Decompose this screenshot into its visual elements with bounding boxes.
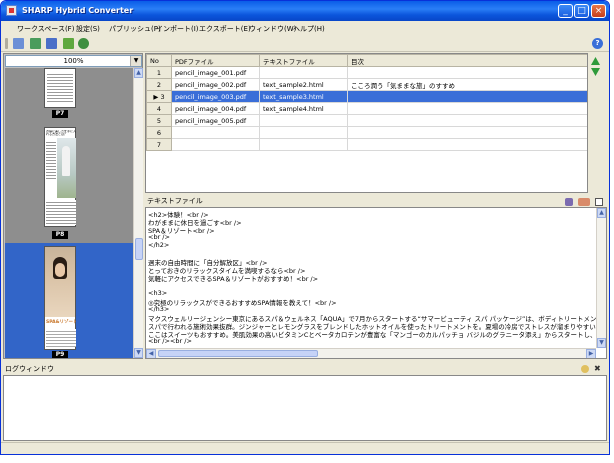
title-bar[interactable]: SHARP Hybrid Converter _ □ × [1, 1, 609, 21]
log-header: ログウィンドウ ✖ [3, 363, 607, 375]
zoom-value: 100% [63, 57, 84, 65]
log-window[interactable] [3, 375, 607, 441]
page-thumb-8[interactable]: お得に美しさを手に入れる方法とは？ [44, 127, 76, 227]
text-vscrollbar[interactable]: ▲ ▼ [596, 208, 606, 348]
col-header-pdf[interactable]: PDFファイル [171, 54, 260, 67]
zoom-select[interactable]: 100% ▼ [5, 55, 142, 67]
table-row[interactable]: 1 pencil_image_001.pdf [146, 66, 587, 79]
help-icon[interactable]: ? [592, 38, 603, 49]
toolbar [1, 36, 609, 52]
toolbar-grip [5, 38, 8, 49]
scroll-left-icon[interactable]: ◀ [146, 349, 156, 358]
edit-icon[interactable] [565, 198, 573, 206]
thumb-title: SPA&リゾート [46, 320, 76, 325]
menu-import[interactable]: インポート(I) [156, 24, 199, 34]
col-header-text[interactable]: テキストファイル [259, 54, 348, 67]
menu-publish[interactable]: パブリッシュ(P) [109, 24, 161, 34]
menu-workspace[interactable]: ワークスペース(F) [17, 24, 74, 34]
menu-settings[interactable]: 設定(S) [76, 24, 100, 34]
text-editor[interactable]: <h2>体験！<br /> わがままに休日を過ごす<br /> SPA＆リゾート… [145, 207, 607, 359]
status-bar [1, 442, 609, 454]
menu-help[interactable]: ヘルプ(H) [293, 24, 325, 34]
table-row[interactable]: 7 [146, 138, 587, 151]
minimize-button[interactable]: _ [558, 4, 573, 18]
open-icon[interactable] [30, 38, 41, 49]
close-icon[interactable]: ✖ [594, 363, 601, 375]
scroll-thumb[interactable] [158, 350, 318, 357]
text-pane-header: テキストファイル [145, 196, 607, 207]
thumbnail-pane: 100% ▼ P7 お得に美しさを手に入れる方法とは？ P8 SPA&リゾート [3, 53, 143, 359]
log-title: ログウィンドウ [5, 365, 54, 373]
thumbnail-scrollbar[interactable]: ▲ ▼ [133, 68, 143, 358]
file-table: No PDFファイル テキストファイル 目次 1 pencil_image_00… [146, 54, 587, 151]
app-icon [6, 5, 17, 16]
thumbnail-list: P7 お得に美しさを手に入れる方法とは？ P8 SPA&リゾート P9 [5, 68, 133, 358]
maximize-button[interactable]: □ [574, 4, 589, 18]
menu-export[interactable]: エクスポート(E) [199, 24, 251, 34]
scroll-thumb[interactable] [135, 238, 143, 260]
table-row[interactable]: 5 pencil_image_005.pdf [146, 114, 587, 127]
table-row[interactable]: 6 [146, 126, 587, 139]
page-thumb-9[interactable]: SPA&リゾート [44, 246, 76, 350]
convert-icon[interactable] [63, 38, 74, 49]
table-row[interactable]: 2 pencil_image_002.pdf text_sample2.html… [146, 78, 587, 91]
text-pane-title: テキストファイル [147, 197, 203, 205]
refresh-icon[interactable] [78, 38, 89, 49]
row-pointer-icon: ▶ [153, 92, 159, 101]
file-table-pane: No PDFファイル テキストファイル 目次 1 pencil_image_00… [145, 53, 588, 193]
table-row-selected[interactable]: ▶ 3 pencil_image_003.pdf text_sample3.ht… [146, 90, 587, 103]
tag-dropdown-icon[interactable] [578, 198, 590, 206]
text-hscrollbar[interactable]: ◀ ▶ [146, 348, 596, 358]
maximize-pane-icon[interactable] [595, 198, 603, 206]
settings-icon[interactable] [581, 365, 589, 373]
scroll-down-icon[interactable]: ▼ [134, 348, 143, 358]
chevron-down-icon[interactable]: ▼ [130, 56, 141, 66]
scroll-right-icon[interactable]: ▶ [586, 349, 596, 358]
page-label: P8 [52, 231, 68, 239]
window-title: SHARP Hybrid Converter [22, 6, 134, 15]
col-header-toc[interactable]: 目次 [347, 54, 587, 67]
scroll-up-icon[interactable]: ▲ [134, 68, 143, 78]
table-row[interactable]: 4 pencil_image_004.pdf text_sample4.html [146, 102, 587, 115]
thumb-heading: お得に美しさを手に入れる方法とは？ [46, 130, 76, 136]
scroll-down-icon[interactable]: ▼ [597, 338, 606, 348]
arrow-icon[interactable] [13, 38, 24, 49]
move-down-icon[interactable] [591, 68, 600, 76]
close-button[interactable]: × [591, 4, 606, 18]
page-thumb-7[interactable] [44, 68, 76, 108]
menu-bar: ワークスペース(F) 設定(S) パブリッシュ(P) インポート(I) エクスポ… [1, 21, 609, 36]
move-up-icon[interactable] [591, 57, 600, 65]
app-window: SHARP Hybrid Converter _ □ × ワークスペース(F) … [0, 0, 610, 455]
menu-window[interactable]: ウィンドウ(W) [249, 24, 296, 34]
save-icon[interactable] [46, 38, 57, 49]
page-label: P7 [52, 110, 68, 118]
scroll-up-icon[interactable]: ▲ [597, 208, 606, 218]
col-header-no[interactable]: No [146, 54, 172, 67]
page-label: P9 [52, 351, 68, 358]
